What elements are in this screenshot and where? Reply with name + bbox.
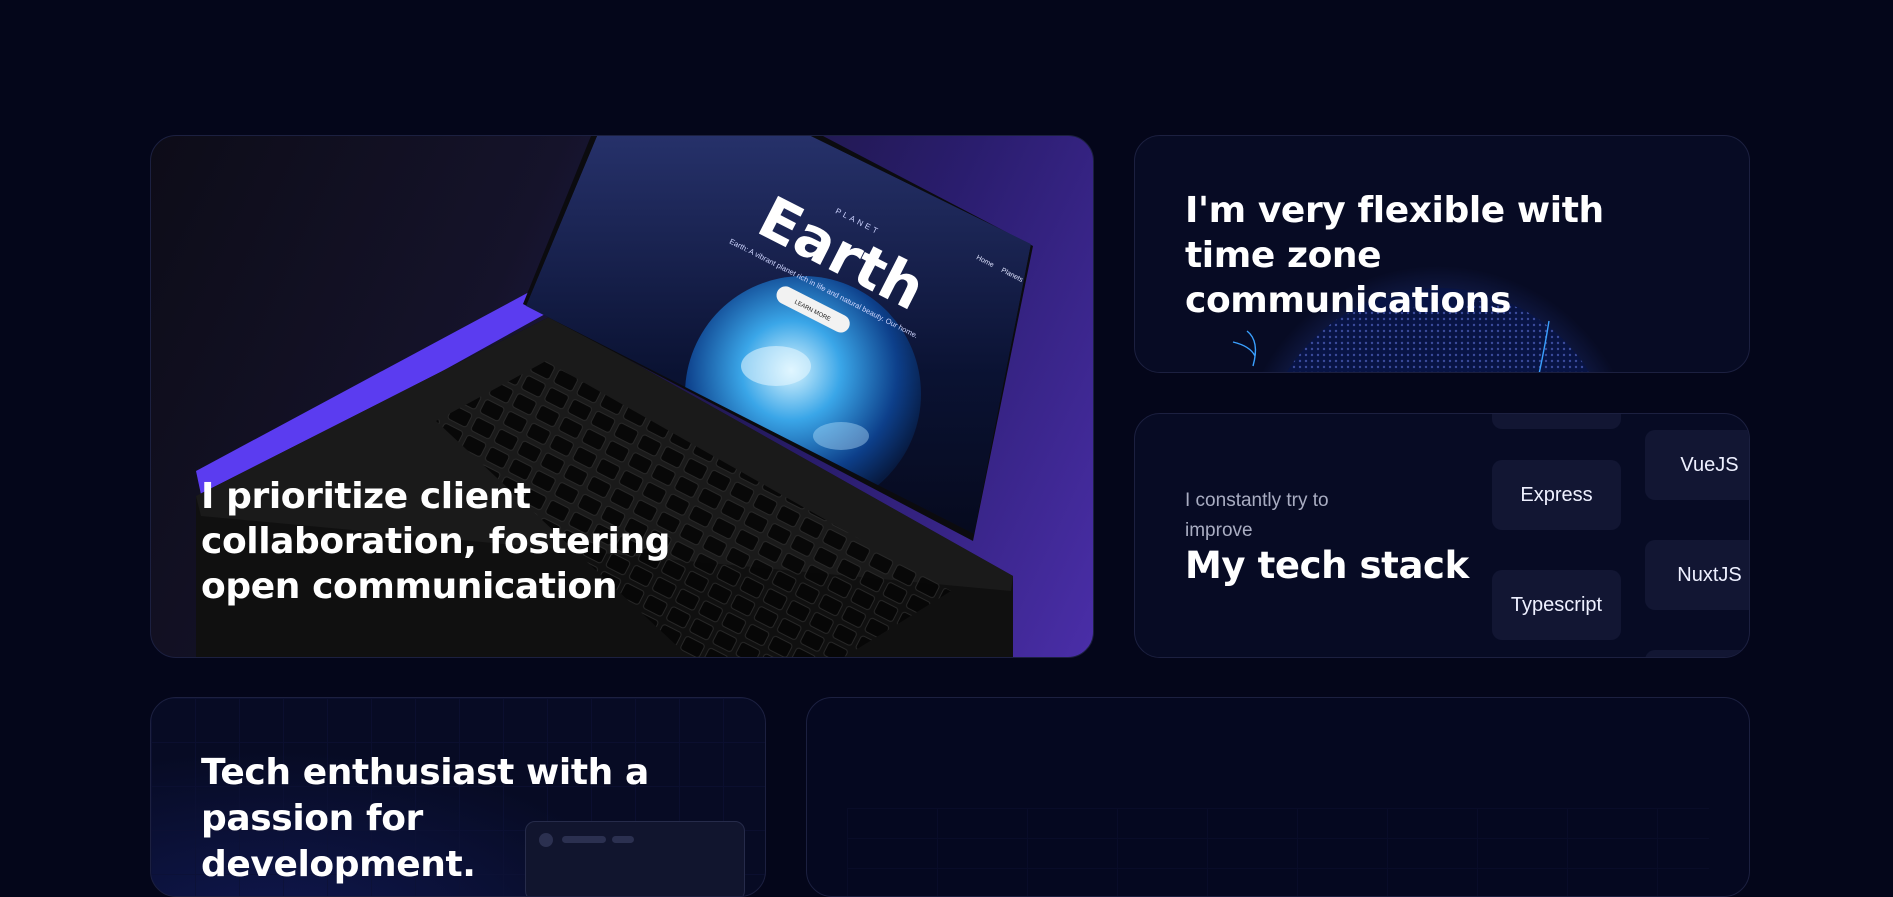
tech-pill-nuxtjs: NuxtJS [1645, 540, 1749, 610]
collaboration-caption: I prioritize client collaboration, foste… [201, 476, 671, 607]
window-toolbar [539, 833, 634, 847]
tech-pill-partial [1492, 414, 1621, 429]
timezone-card: I'm very flexible with time zone communi… [1134, 135, 1750, 373]
grid-background [847, 808, 1709, 896]
collaboration-card: PLANET Earth Earth: A vibrant planet ric… [150, 135, 1094, 658]
tech-pill-vuejs: VueJS [1645, 430, 1749, 500]
tech-stack-card: I constantly try to improve My tech stac… [1134, 413, 1750, 658]
tech-stack-subtitle: I constantly try to improve [1185, 490, 1329, 541]
tech-stack-title: My tech stack [1185, 544, 1469, 587]
feature-card [806, 697, 1750, 897]
tech-pill-typescript: Typescript [1492, 570, 1621, 640]
enthusiast-card: Tech enthusiast with a passion for devel… [150, 697, 766, 897]
tech-pill-express: Express [1492, 460, 1621, 530]
code-window-preview [525, 821, 745, 896]
timezone-title: I'm very flexible with time zone communi… [1185, 190, 1604, 321]
tech-pill-partial [1645, 650, 1749, 657]
